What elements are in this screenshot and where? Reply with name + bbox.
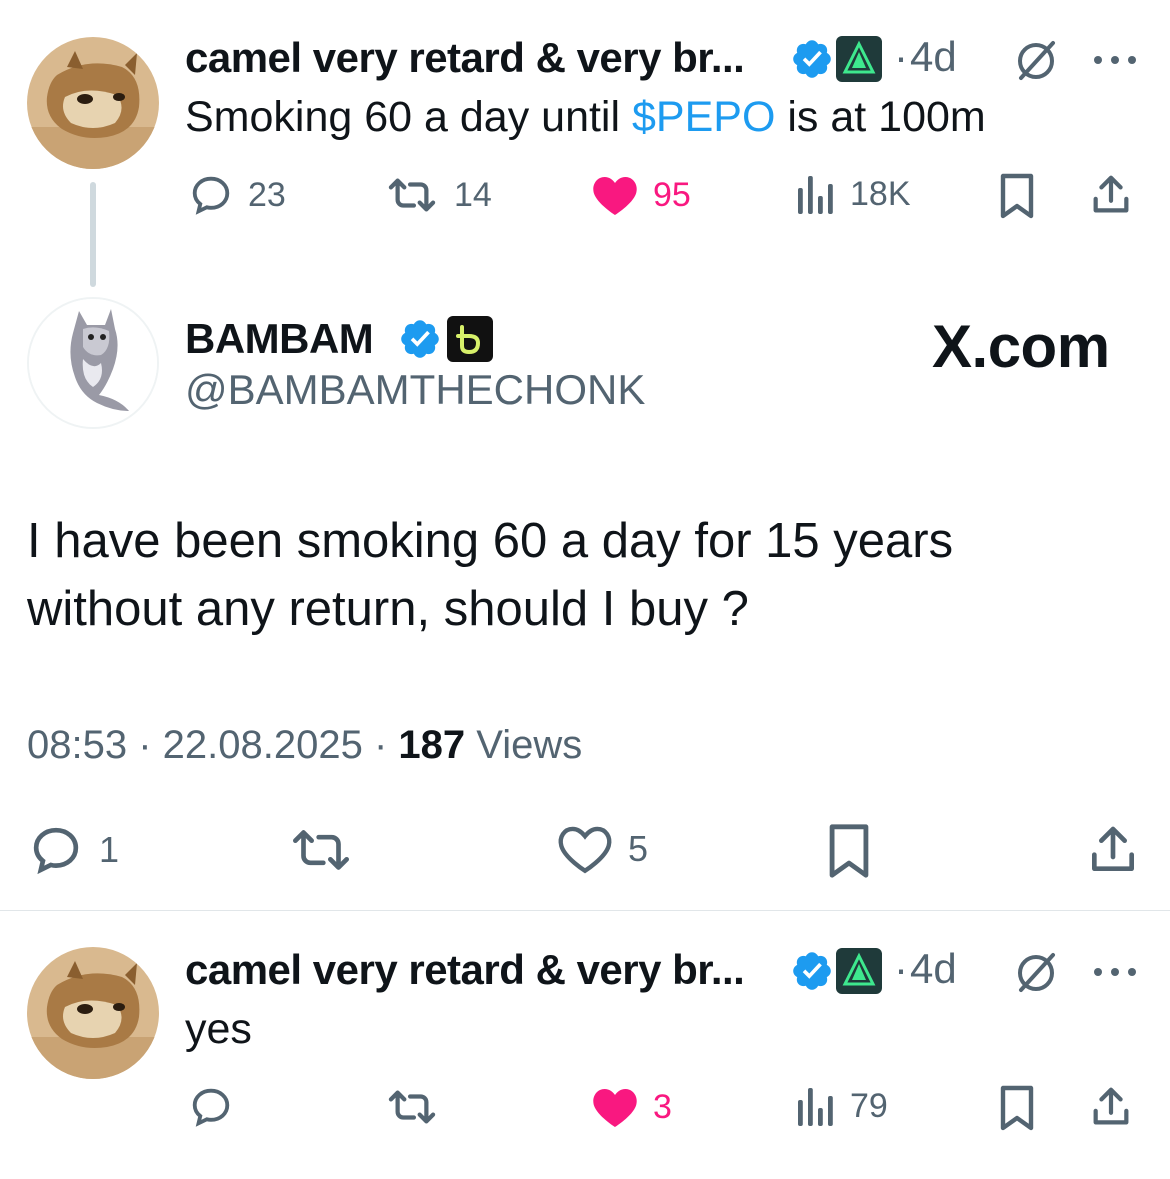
share-icon[interactable]: [1088, 1084, 1134, 1135]
tweet2-like-count: 3: [653, 1087, 672, 1126]
divider: [0, 910, 1170, 911]
tweet1-timestamp[interactable]: 4d: [910, 33, 957, 81]
affiliate-badge-icon: [836, 36, 882, 87]
main-tweet-text-line2: without any return, should I buy ?: [27, 582, 749, 636]
verified-badge-icon: [790, 949, 834, 998]
main-author-name[interactable]: BAMBAM: [185, 315, 374, 363]
grok-icon[interactable]: [1013, 38, 1059, 89]
verified-badge-icon: [398, 317, 442, 366]
tweet2-views-button[interactable]: 79: [796, 1084, 888, 1128]
main-reply-button[interactable]: 1: [27, 822, 119, 878]
tweet1-text: Smoking 60 a day until $PEPO is at 100m: [185, 92, 986, 144]
main-views-count: 187: [398, 723, 466, 767]
main-tweet-date[interactable]: 22.08.2025: [163, 723, 363, 767]
tweet2-author-name[interactable]: camel very retard & very br...: [185, 946, 745, 994]
more-icon[interactable]: [1092, 965, 1138, 984]
heart-filled-icon: [593, 1089, 637, 1127]
bookmark-icon[interactable]: [997, 172, 1037, 225]
tweet1-retweet-button[interactable]: 14: [384, 172, 492, 218]
more-icon[interactable]: [1092, 53, 1138, 72]
main-tweet-time[interactable]: 08:53: [27, 723, 127, 767]
bookmark-icon[interactable]: [997, 1084, 1037, 1137]
main-author-handle[interactable]: @BAMBAMTHECHONK: [185, 366, 645, 414]
tweet1-reply-count: 23: [248, 175, 286, 214]
tweet2-timestamp[interactable]: 4d: [910, 945, 957, 993]
tweet1-retweet-count: 14: [454, 175, 492, 214]
tweet1-text-before: Smoking 60 a day until: [185, 93, 632, 141]
main-tweet-text-line1: I have been smoking 60 a day for 15 year…: [27, 514, 954, 568]
avatar-camel[interactable]: [27, 37, 159, 169]
tweet1-like-count: 95: [653, 175, 691, 214]
tweet1-like-button[interactable]: 95: [591, 172, 691, 218]
separator-dot: ·: [894, 945, 908, 992]
share-icon[interactable]: [1088, 172, 1134, 223]
main-views-label: Views: [465, 723, 583, 767]
avatar-bambam[interactable]: [27, 297, 159, 429]
cashtag-link[interactable]: $PEPO: [632, 93, 775, 141]
verified-badge-icon: [790, 37, 834, 86]
bookmark-icon[interactable]: [824, 822, 874, 885]
main-tweet-text: I have been smoking 60 a day for 15 year…: [27, 507, 953, 643]
grok-icon[interactable]: [1013, 950, 1059, 1001]
reply-icon: [192, 176, 230, 215]
tweet1-views-button[interactable]: 18K: [796, 172, 911, 216]
reply-icon: [33, 827, 79, 875]
tweet1-author-name[interactable]: camel very retard & very br...: [185, 34, 745, 82]
main-like-button[interactable]: 5: [556, 822, 648, 876]
share-icon[interactable]: [1085, 822, 1141, 883]
brand-xcom: X.com: [932, 313, 1110, 380]
tweet1-views-count: 18K: [850, 174, 911, 213]
affiliate-badge-icon: [836, 948, 882, 999]
retweet-icon[interactable]: [288, 822, 354, 883]
reply-icon[interactable]: [188, 1084, 234, 1135]
tweet2-text: yes: [185, 1005, 252, 1053]
heart-filled-icon: [593, 177, 637, 215]
tweet2-like-button[interactable]: 3: [591, 1084, 672, 1130]
heart-outline-icon: [558, 826, 612, 874]
thread-connector-line: [90, 182, 96, 287]
separator-dot: ·: [894, 33, 908, 80]
views-icon: [798, 1088, 833, 1126]
meta-separator: ·: [127, 723, 163, 767]
tweet1-text-after: is at 100m: [775, 93, 986, 141]
retweet-icon: [388, 178, 436, 212]
views-icon: [798, 176, 833, 214]
meta-separator: ·: [362, 723, 399, 767]
avatar-camel[interactable]: [27, 947, 159, 1079]
retweet-icon[interactable]: [384, 1084, 440, 1135]
main-like-count: 5: [628, 828, 649, 869]
main-reply-count: 1: [99, 829, 120, 870]
tweet1-reply-button[interactable]: 23: [188, 172, 286, 218]
main-tweet-meta: 08:53 · 22.08.2025 · 187 Views: [27, 723, 582, 768]
tweet2-views-count: 79: [850, 1086, 888, 1125]
affiliate-badge-icon: [447, 316, 493, 367]
